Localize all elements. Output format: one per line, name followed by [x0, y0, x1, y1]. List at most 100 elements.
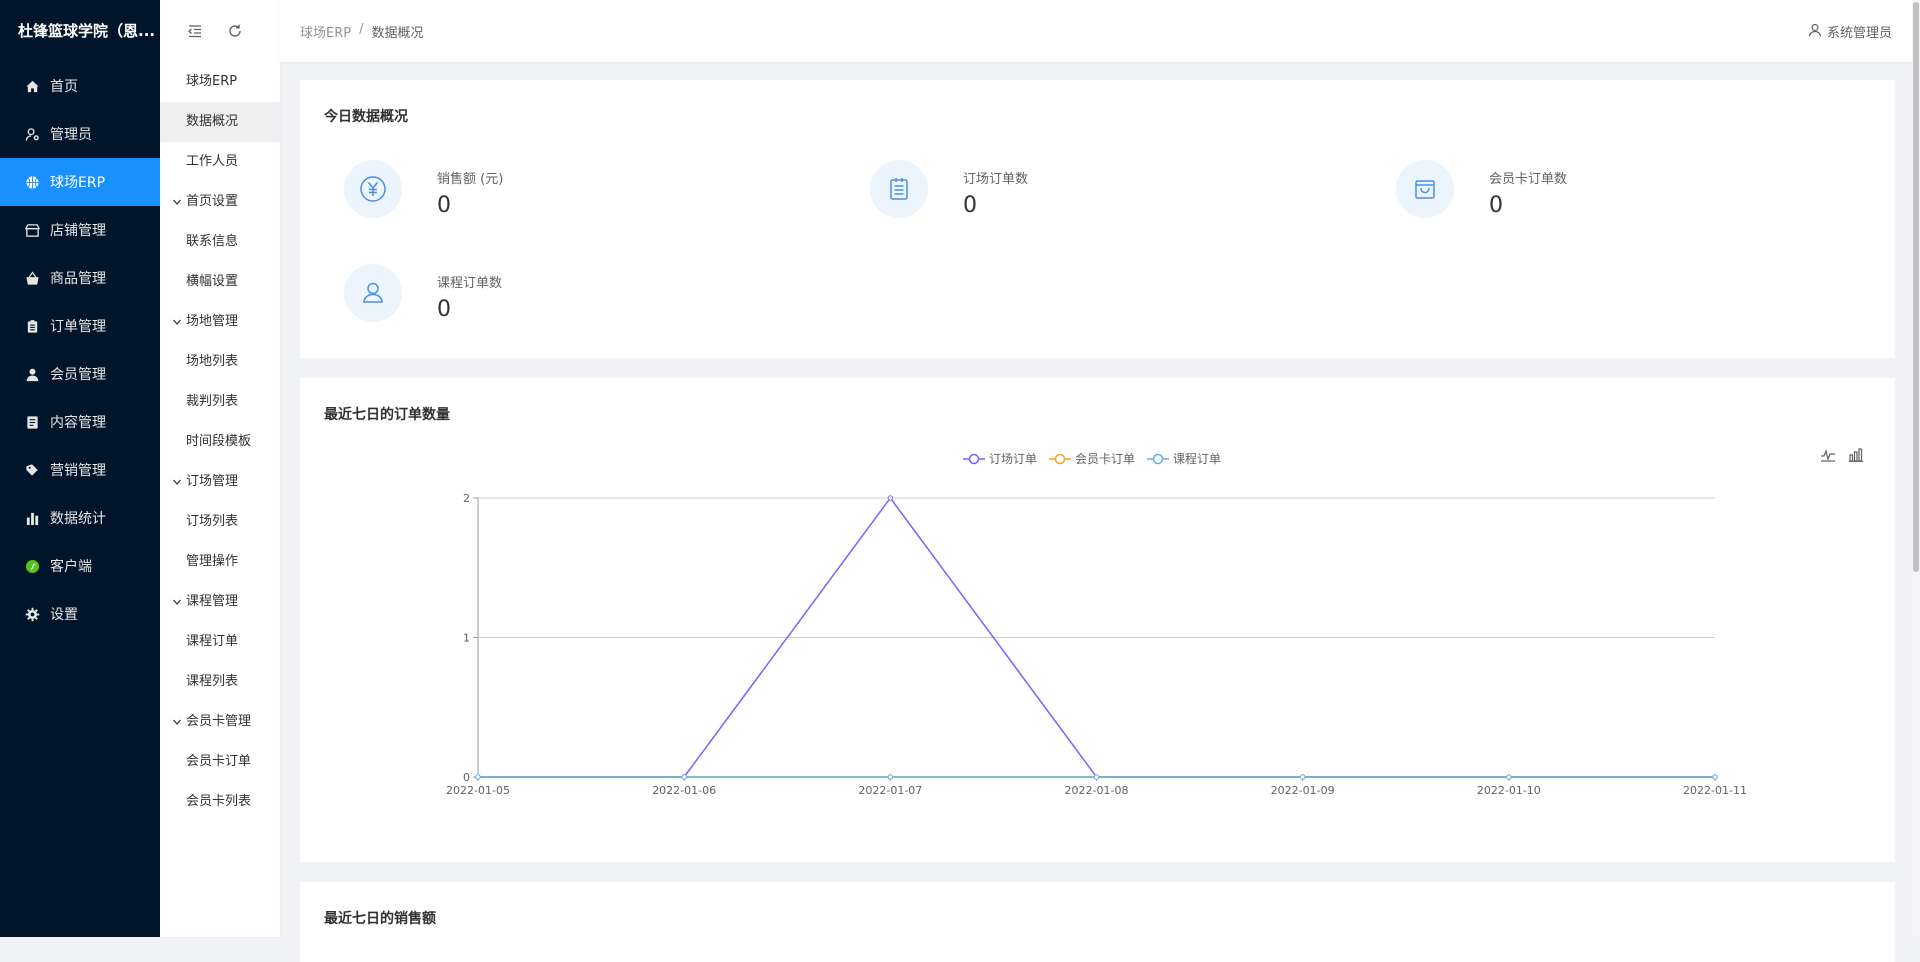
sidebar-item-7[interactable]: 内容管理	[0, 398, 160, 446]
subnav-item-label: 球场ERP	[186, 74, 238, 89]
home-icon	[24, 78, 40, 94]
x-tick-label: 2022-01-08	[1065, 784, 1129, 797]
subnav-item-18[interactable]: 会员卡列表	[160, 782, 280, 822]
subnav-item-label: 横幅设置	[186, 274, 239, 289]
sidebar-item-label: 客户端	[50, 559, 92, 575]
sub-sidebar-toolbar	[160, 0, 280, 62]
stat-course-label: 课程订单数	[437, 276, 503, 291]
document-icon	[24, 414, 40, 430]
subnav-item-label: 工作人员	[186, 154, 239, 169]
stat-sales: 销售额 (元) 0	[344, 158, 503, 218]
chevron-down-icon	[172, 476, 184, 488]
main-sidebar: 杜锋篮球学院（恩... 首页管理员 球场ERP 店铺管理商品管理订单管理会员管理内容…	[0, 0, 160, 937]
subnav-item-label: 裁判列表	[186, 394, 239, 409]
subnav-item-12[interactable]: 管理操作	[160, 542, 280, 582]
stat-course-orders: 课程订单数 0	[344, 262, 502, 322]
sidebar-item-9[interactable]: 数据统计	[0, 494, 160, 542]
series-point-0	[887, 495, 894, 501]
sidebar-item-6[interactable]: 会员管理	[0, 350, 160, 398]
subnav-item-1[interactable]: 数据概况	[160, 102, 280, 142]
series-point-2	[1506, 774, 1512, 780]
subnav-item-7[interactable]: 场地列表	[160, 342, 280, 382]
today-overview-card: 今日数据概况 销售额 (元) 0 订场订单数 0 会员卡订单数 0 课程订单数 …	[300, 80, 1895, 358]
sidebar-item-label: 数据统计	[50, 511, 106, 527]
subnav-group-13[interactable]: 课程管理	[160, 582, 280, 622]
sidebar-item-4[interactable]: 商品管理	[0, 254, 160, 302]
subnav-group-6[interactable]: 场地管理	[160, 302, 280, 342]
subnav-item-15[interactable]: 课程列表	[160, 662, 280, 702]
stat-member-label: 会员卡订单数	[1489, 172, 1568, 187]
subnav-item-label: 订场列表	[186, 514, 239, 529]
sidebar-item-1[interactable]: 管理员	[0, 110, 160, 158]
subnav-item-11[interactable]: 订场列表	[160, 502, 280, 542]
subnav-item-2[interactable]: 工作人员	[160, 142, 280, 182]
series-point-2	[681, 774, 687, 780]
refresh-icon[interactable]	[226, 22, 244, 40]
subnav-group-10[interactable]: 订场管理	[160, 462, 280, 502]
chevron-down-icon	[172, 716, 184, 728]
collapse-menu-icon[interactable]	[186, 22, 204, 40]
breadcrumb-item-erp[interactable]: 球场ERP	[300, 22, 351, 41]
sidebar-item-label: 首页	[50, 79, 78, 95]
series-point-2	[1299, 774, 1306, 780]
sidebar-item-8[interactable]: 营销管理	[0, 446, 160, 494]
sidebar-item-11[interactable]: 设置	[0, 590, 160, 638]
subnav-item-9[interactable]: 时间段模板	[160, 422, 280, 462]
subnav-group-16[interactable]: 会员卡管理	[160, 702, 280, 742]
subnav-item-label: 联系信息	[186, 234, 239, 249]
sales-chart-card: 最近七日的销售额	[300, 882, 1895, 962]
x-tick-label: 2022-01-06	[652, 784, 716, 797]
subnav-item-label: 课程订单	[186, 634, 239, 649]
brand-title: 杜锋篮球学院（恩...	[18, 22, 156, 40]
breadcrumb-separator: /	[359, 22, 364, 37]
subnav-item-8[interactable]: 裁判列表	[160, 382, 280, 422]
series-point-2	[887, 774, 894, 780]
user-name: 系统管理员	[1826, 26, 1892, 41]
gear-icon	[24, 606, 40, 622]
sidebar-item-2[interactable]: 球场ERP	[0, 158, 160, 206]
sidebar-item-label: 商品管理	[50, 271, 106, 287]
x-tick-label: 2022-01-11	[1683, 784, 1747, 797]
sidebar-item-0[interactable]: 首页	[0, 62, 160, 110]
subnav-item-label: 订场管理	[186, 474, 239, 489]
user-icon	[1808, 23, 1822, 41]
subnav-group-3[interactable]: 首页设置	[160, 182, 280, 222]
subnav-item-14[interactable]: 课程订单	[160, 622, 280, 662]
user-icon	[24, 366, 40, 382]
y-tick-label: 1	[463, 632, 470, 645]
chevron-down-icon	[172, 316, 184, 328]
sidebar-item-5[interactable]: 订单管理	[0, 302, 160, 350]
subnav-item-label: 会员卡订单	[186, 754, 252, 769]
subnav-item-label: 管理操作	[186, 554, 239, 569]
scrollbar-thumb[interactable]	[1913, 2, 1919, 572]
chevron-down-icon	[172, 196, 184, 208]
page-scrollbar[interactable]	[1912, 0, 1920, 937]
top-header: 球场ERP / 数据概况 系统管理员	[280, 0, 1920, 62]
y-tick-label: 2	[463, 492, 470, 505]
series-point-2	[1712, 774, 1718, 780]
admin-user-icon	[24, 126, 40, 142]
subnav-item-label: 首页设置	[186, 194, 239, 209]
y-tick-label: 0	[463, 771, 470, 784]
stat-member-card-orders: 会员卡订单数 0	[1396, 158, 1567, 218]
subnav-item-4[interactable]: 联系信息	[160, 222, 280, 262]
stat-booking-value: 0	[963, 193, 977, 218]
stat-course-value: 0	[437, 297, 451, 322]
orders-chart-card: 最近七日的订单数量 订场订单 会员卡订单 课程订单 0 1 2 2022-01-05 202…	[300, 378, 1895, 862]
basketball-icon	[24, 174, 40, 190]
basket-icon	[24, 270, 40, 286]
subnav-item-5[interactable]: 横幅设置	[160, 262, 280, 302]
today-overview-title: 今日数据概况	[324, 109, 408, 125]
subnav-item-0[interactable]: 球场ERP	[160, 62, 280, 102]
subnav-item-17[interactable]: 会员卡订单	[160, 742, 280, 782]
subnav-item-label: 会员卡列表	[186, 794, 252, 809]
x-tick-label: 2022-01-09	[1271, 784, 1335, 797]
sidebar-item-3[interactable]: 店铺管理	[0, 206, 160, 254]
sidebar-item-label: 内容管理	[50, 415, 106, 431]
stat-sales-value: 0	[437, 193, 451, 218]
list-icon	[870, 160, 928, 218]
sidebar-item-10[interactable]: 客户端	[0, 542, 160, 590]
subnav-item-label: 数据概况	[186, 114, 239, 129]
user-menu[interactable]: 系统管理员	[1808, 22, 1892, 41]
sidebar-item-label: 订单管理	[50, 319, 106, 335]
